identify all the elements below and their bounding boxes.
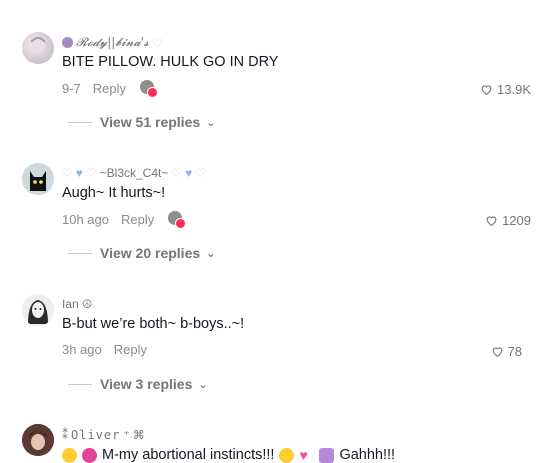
like-count: 78 [507,344,522,359]
bone-icon: ⌘ [132,428,145,442]
timestamp: 9-7 [62,80,81,96]
white-heart-icon: ♡ [85,166,97,180]
emoji-icon [82,447,97,463]
view-replies-button[interactable]: View 51 replies ⌄ [68,114,215,130]
view-replies-label: View 20 replies [100,245,201,261]
comment-text: Augh~ It hurts~! [62,185,166,201]
username[interactable]: 𝓡𝓸𝓭𝔂||𝓫𝓲𝓷𝓪'𝓼 ♡ [62,35,163,50]
view-replies-label: View 51 replies [100,114,201,130]
username-text: 𝓡𝓸𝓭𝔂||𝓫𝓲𝓷𝓪'𝓼 [76,35,149,49]
comment-text: BITE PILLOW. HULK GO IN DRY [62,54,279,70]
avatar[interactable] [22,32,54,64]
avatar[interactable] [22,294,54,326]
like-button[interactable]: 1209 [485,213,531,228]
heart-icon [486,216,497,227]
reply-button[interactable]: Reply [93,81,126,96]
emoji-icon [62,447,77,463]
like-button[interactable]: 78 [491,344,522,359]
like-count: 1209 [502,213,531,228]
timestamp: 3h ago [62,342,102,357]
divider [68,383,92,385]
chevron-down-icon: ⌄ [198,378,208,391]
white-heart-icon: ♡ [171,166,183,180]
chevron-down-icon: ⌄ [206,116,216,129]
white-heart-icon: ♡ [151,35,163,50]
creator-liked-icon [140,80,159,98]
decoration-icon: ⁑ [62,428,68,442]
sparkle-icon: ⁺ [123,428,130,442]
creator-liked-icon [168,211,187,229]
username-text: Ian [62,297,79,311]
emoji-icon [279,447,295,463]
purple-dot-icon [62,37,73,48]
white-heart-icon: ♡ [62,166,73,180]
username-text: ~Bl3ck_C4t~ [99,166,169,180]
comment-meta: 10h ago Reply [62,211,187,229]
view-replies-button[interactable]: View 3 replies ⌄ [68,376,208,392]
heart-icon [481,85,492,96]
avatar[interactable] [22,424,54,456]
chevron-down-icon: ⌄ [206,247,216,260]
reply-button[interactable]: Reply [121,212,154,227]
emoji-icon [319,447,335,463]
peace-symbol-icon: ☮ [81,297,93,311]
blue-heart-icon: ♥ [75,166,83,180]
blue-heart-icon: ♥ [185,166,193,180]
reply-button[interactable]: Reply [114,342,147,357]
username[interactable]: ⁑ Oliver ⁺ ⌘ [62,428,145,442]
username[interactable]: Ian ☮ [62,297,92,311]
comment-meta: 9-7 Reply [62,80,159,98]
like-count: 13.9K [497,82,531,97]
avatar[interactable] [22,163,54,195]
like-button[interactable]: 13.9K [480,82,531,97]
heart-icon [492,347,502,358]
comment-meta: 3h ago Reply [62,342,161,357]
emoji-icon: ♥ [299,446,308,463]
username[interactable]: ♡ ♥ ♡ ~Bl3ck_C4t~ ♡ ♥ ♡ [62,166,206,180]
comment-text: B-but we’re both~ b-boys..~! [62,316,245,332]
timestamp: 10h ago [62,211,109,227]
white-heart-icon: ♡ [195,166,207,180]
divider [68,252,92,254]
username-text: Oliver [71,428,121,442]
view-replies-button[interactable]: View 20 replies ⌄ [68,245,215,261]
view-replies-label: View 3 replies [100,376,193,392]
divider [68,121,92,123]
